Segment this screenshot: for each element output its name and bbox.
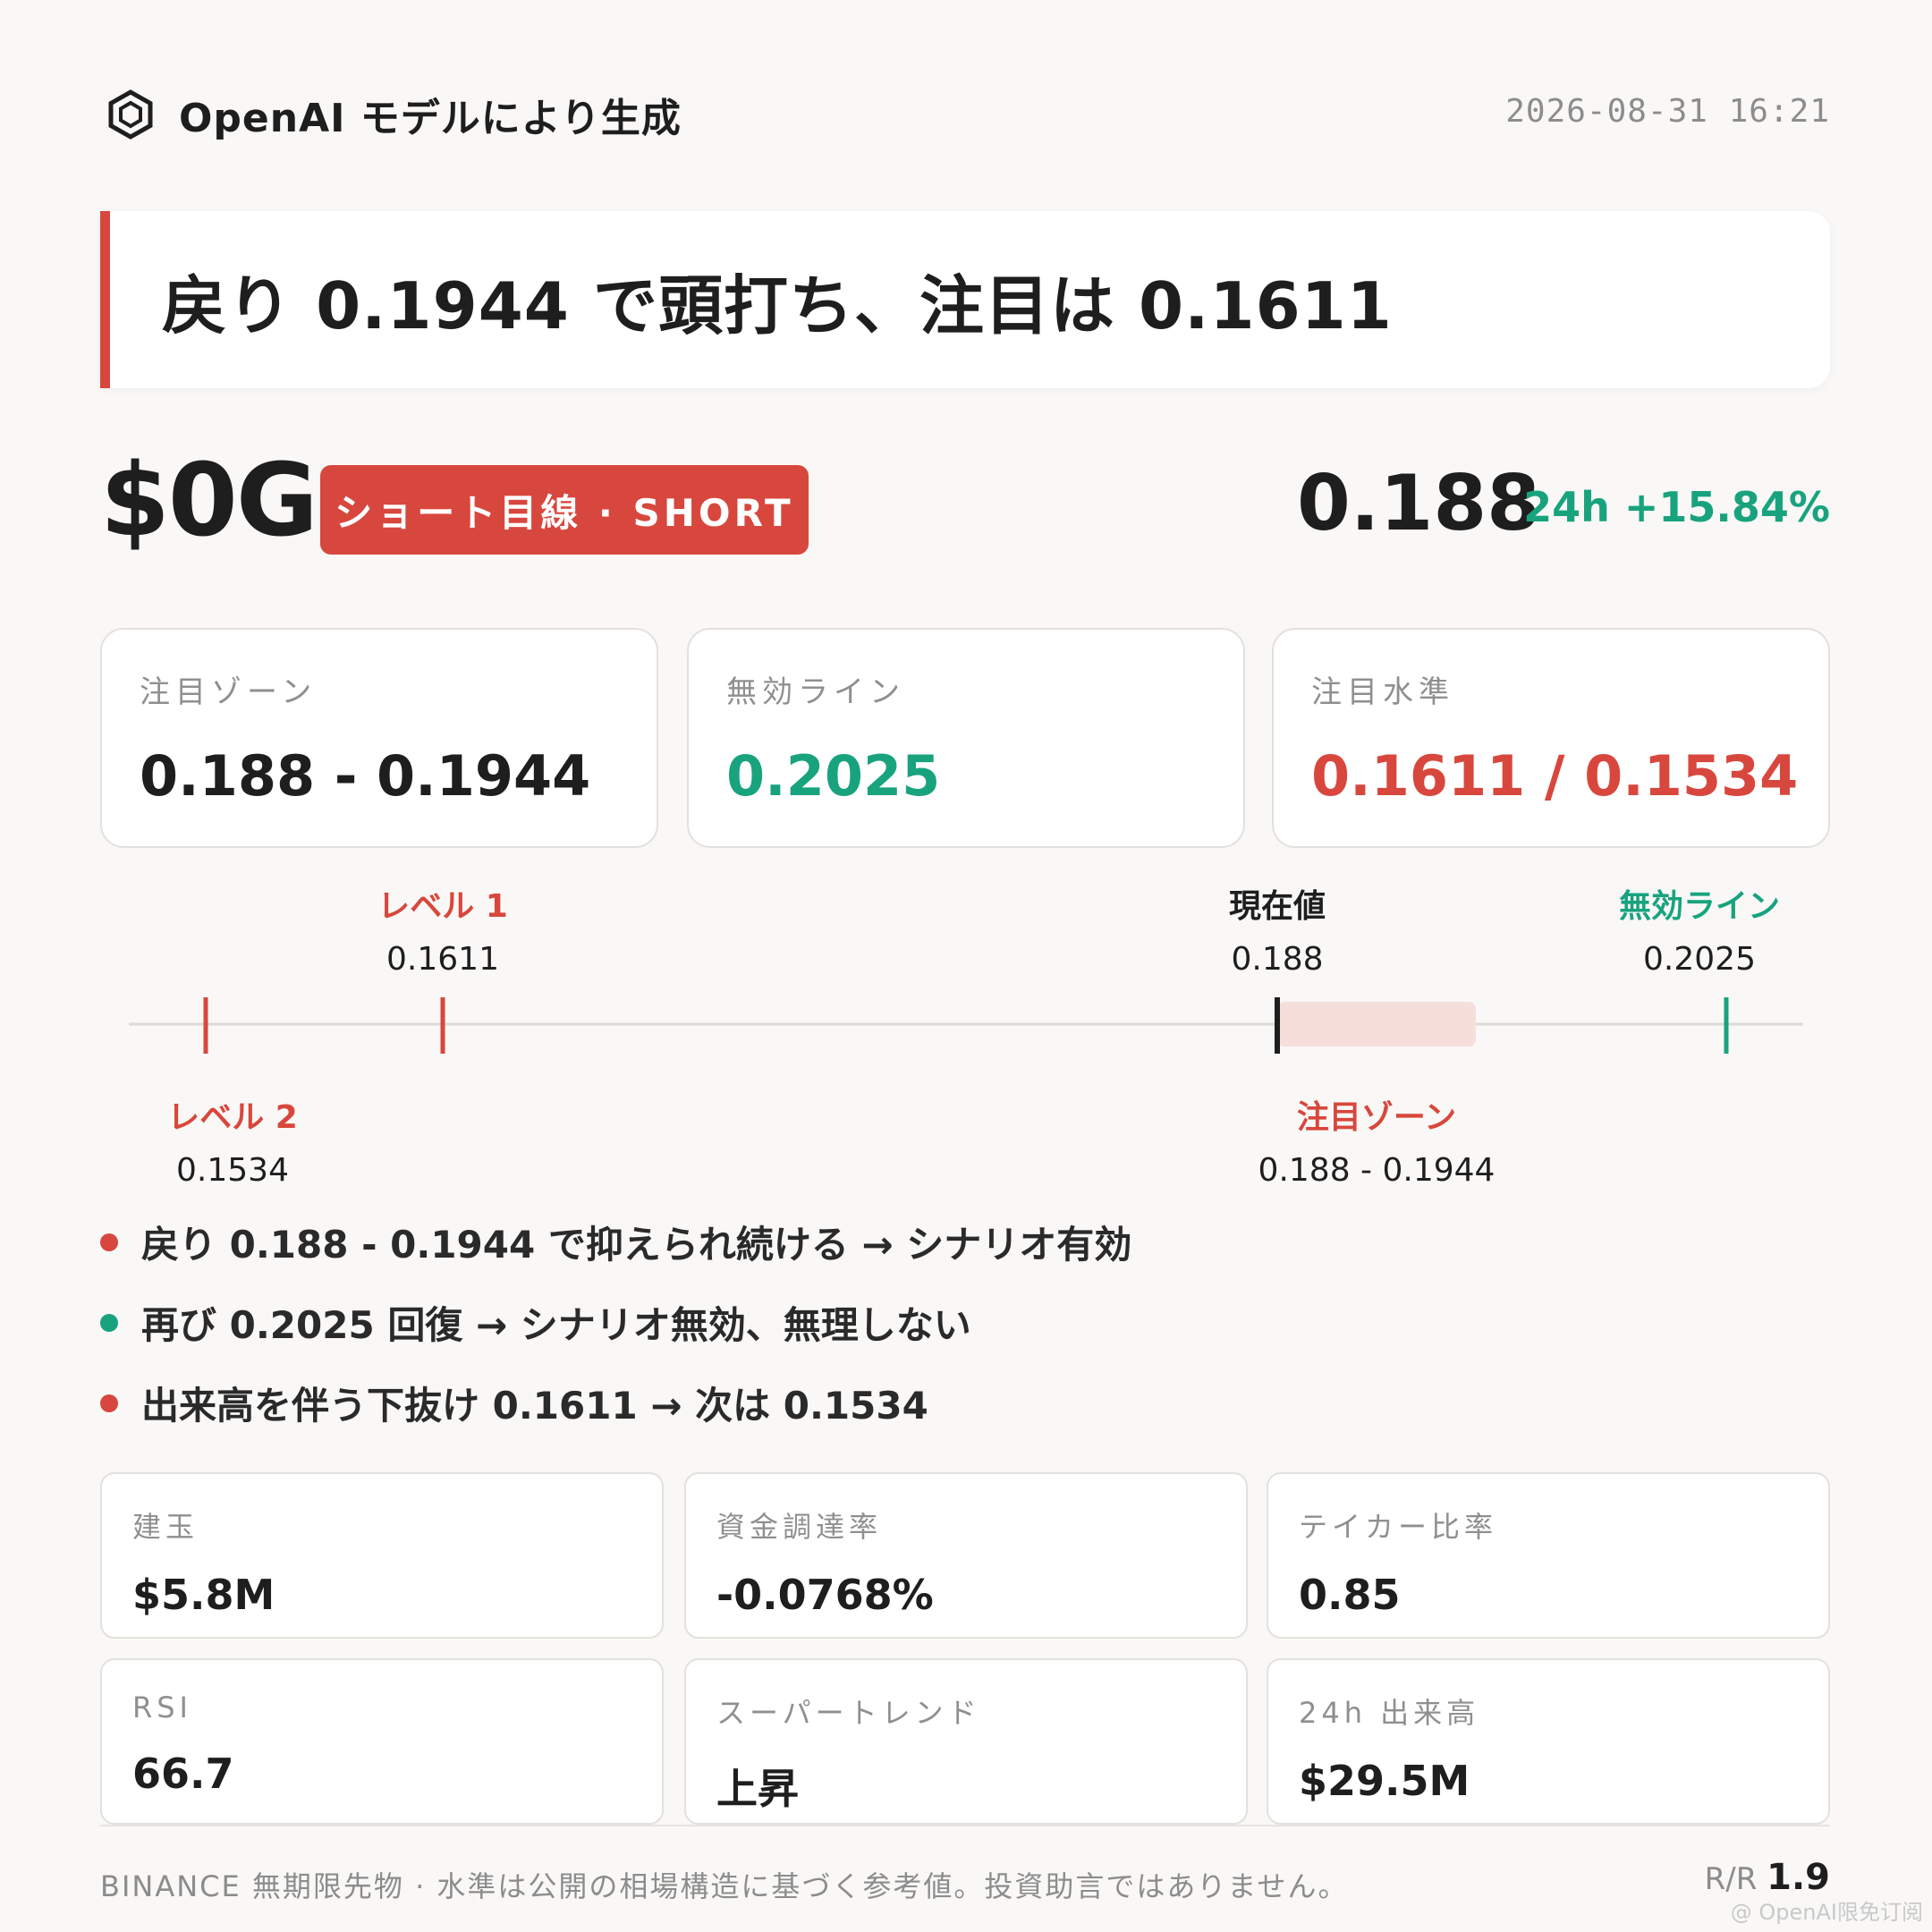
- card-value: 0.2025: [726, 743, 941, 809]
- ruler-level2-label: レベル 2 0.1534: [143, 1091, 322, 1189]
- level1-value: 0.1611: [386, 941, 499, 978]
- current-price: 0.188: [1296, 459, 1540, 548]
- green-dot-icon: [100, 1313, 118, 1332]
- metric-label: RSI: [132, 1690, 192, 1724]
- red-dot-icon: [100, 1394, 118, 1412]
- metric-value: $5.8M: [132, 1571, 275, 1619]
- ticker-symbol: $0G: [100, 443, 318, 559]
- bullet-text: 出来高を伴う下抜け 0.1611 → 次は 0.1534: [141, 1384, 928, 1428]
- scenario-bullet: 再び 0.2025 回復 → シナリオ無効、無理しない: [100, 1295, 971, 1350]
- invalid-title: 無効ライン: [1618, 888, 1780, 925]
- metric-value: 0.85: [1299, 1571, 1401, 1619]
- footer-divider: [100, 1825, 1830, 1826]
- scenario-bullet: 出来高を伴う下抜け 0.1611 → 次は 0.1534: [100, 1376, 928, 1430]
- brand: OpenAI モデルにより生成: [106, 86, 682, 143]
- metric-open-interest: 建玉 $5.8M: [100, 1472, 664, 1639]
- metric-funding-rate: 資金調達率 -0.0768%: [684, 1472, 1248, 1639]
- brand-text: OpenAI モデルにより生成: [179, 96, 682, 141]
- metric-taker-ratio: テイカー比率 0.85: [1267, 1472, 1830, 1639]
- level1-title: レベル 1: [377, 888, 508, 925]
- metric-value: -0.0768%: [716, 1571, 934, 1619]
- bullet-text: 戻り 0.188 - 0.1944 で抑えられ続ける → シナリオ有効: [141, 1223, 1132, 1267]
- ruler-level1-label: レベル 1 0.1611: [353, 880, 532, 978]
- metric-value: 66.7: [132, 1750, 234, 1798]
- card-label: 無効ライン: [726, 674, 905, 710]
- card-focus-levels: 注目水準 0.1611 / 0.1534: [1272, 628, 1830, 848]
- level-ruler: [129, 997, 1803, 1054]
- metric-label: 建玉: [132, 1510, 199, 1544]
- disclaimer: BINANCE 無期限先物 · 水準は公開の相場構造に基づく参考値。投資助言では…: [100, 1869, 1349, 1903]
- card-invalid-line: 無効ライン 0.2025: [687, 628, 1245, 848]
- headline-card: 戻り 0.1944 で頭打ち、注目は 0.1611: [100, 211, 1830, 388]
- watermark: @ OpenAI限免订阅: [1730, 1900, 1923, 1925]
- card-value: 0.1611 / 0.1534: [1311, 743, 1799, 809]
- card-label: 注目水準: [1311, 674, 1454, 710]
- bullet-text: 再び 0.2025 回復 → シナリオ無効、無理しない: [141, 1303, 971, 1347]
- metric-value: 上昇: [716, 1765, 799, 1813]
- metric-value: $29.5M: [1299, 1757, 1470, 1805]
- zone-value: 0.188 - 0.1944: [1258, 1152, 1496, 1189]
- metric-label: 資金調達率: [716, 1510, 883, 1544]
- headline-text: 戻り 0.1944 で頭打ち、注目は 0.1611: [162, 267, 1393, 343]
- red-dot-icon: [100, 1233, 118, 1251]
- direction-badge: ショート目線 · SHORT: [320, 465, 809, 555]
- card-value: 0.188 - 0.1944: [140, 743, 591, 809]
- ruler-invalid-label: 無効ライン 0.2025: [1610, 880, 1789, 978]
- rr-value: 1.9: [1767, 1857, 1830, 1898]
- metric-supertrend: スーパートレンド 上昇: [684, 1658, 1248, 1825]
- card-focus-zone: 注目ゾーン 0.188 - 0.1944: [100, 628, 658, 848]
- rr-label: R/R: [1704, 1861, 1758, 1897]
- card-label: 注目ゾーン: [140, 674, 318, 710]
- risk-reward: R/R 1.9: [1705, 1857, 1830, 1898]
- invalid-value: 0.2025: [1643, 941, 1756, 978]
- level2-title: レベル 2: [167, 1099, 298, 1136]
- hexagon-logo-icon: [108, 89, 153, 140]
- metric-label: テイカー比率: [1299, 1510, 1498, 1544]
- metric-rsi: RSI 66.7: [100, 1658, 664, 1825]
- scenario-bullet: 戻り 0.188 - 0.1944 で抑えられ続ける → シナリオ有効: [100, 1215, 1131, 1269]
- timestamp: 2026-08-31 16:21: [1505, 93, 1830, 130]
- level2-value: 0.1534: [176, 1152, 289, 1189]
- metric-volume-24h: 24h 出来高 $29.5M: [1267, 1658, 1830, 1825]
- ruler-current-label: 現在値 0.188: [1188, 880, 1367, 978]
- metric-label: 24h 出来高: [1299, 1696, 1480, 1730]
- zone-title: 注目ゾーン: [1296, 1099, 1457, 1136]
- current-value: 0.188: [1231, 941, 1324, 978]
- current-title: 現在値: [1228, 888, 1326, 925]
- focus-zone-band: [1277, 1002, 1476, 1046]
- ruler-zone-label: 注目ゾーン 0.188 - 0.1944: [1242, 1091, 1511, 1189]
- metric-label: スーパートレンド: [716, 1696, 981, 1730]
- price-change-24h: 24h +15.84%: [1523, 483, 1830, 531]
